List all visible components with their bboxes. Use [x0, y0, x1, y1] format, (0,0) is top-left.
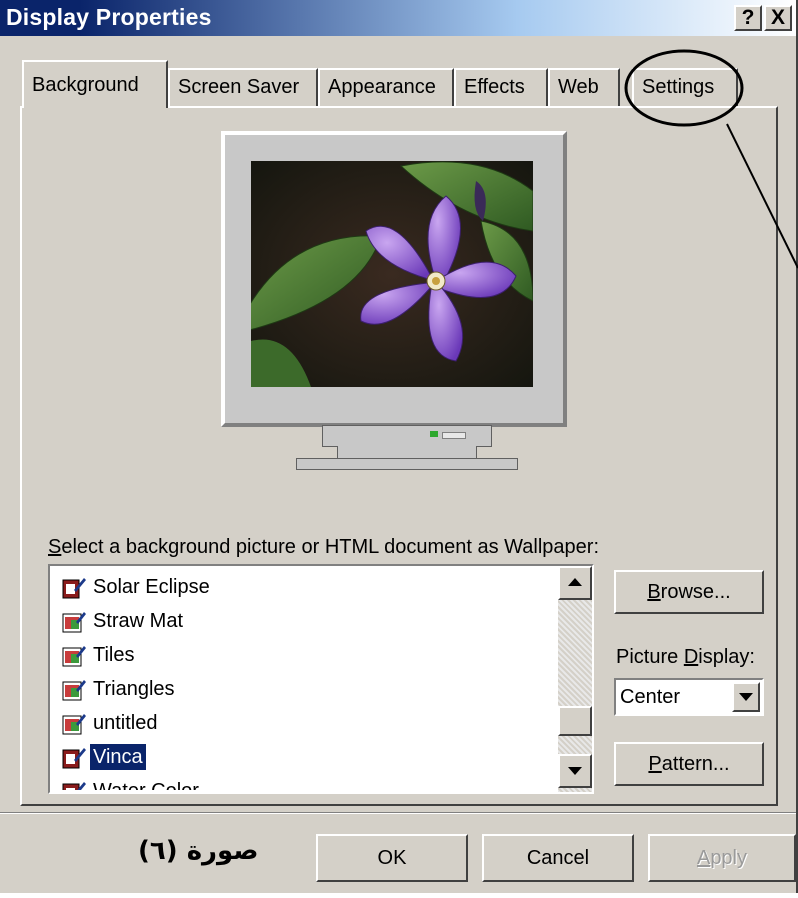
tab-background[interactable]: Background — [22, 60, 168, 108]
display-properties-window: Display Properties ? X Background Screen… — [0, 0, 798, 893]
annotation-overlay — [624, 49, 798, 269]
annotation-circle — [624, 49, 744, 127]
annotation-pointer-line — [726, 123, 798, 269]
